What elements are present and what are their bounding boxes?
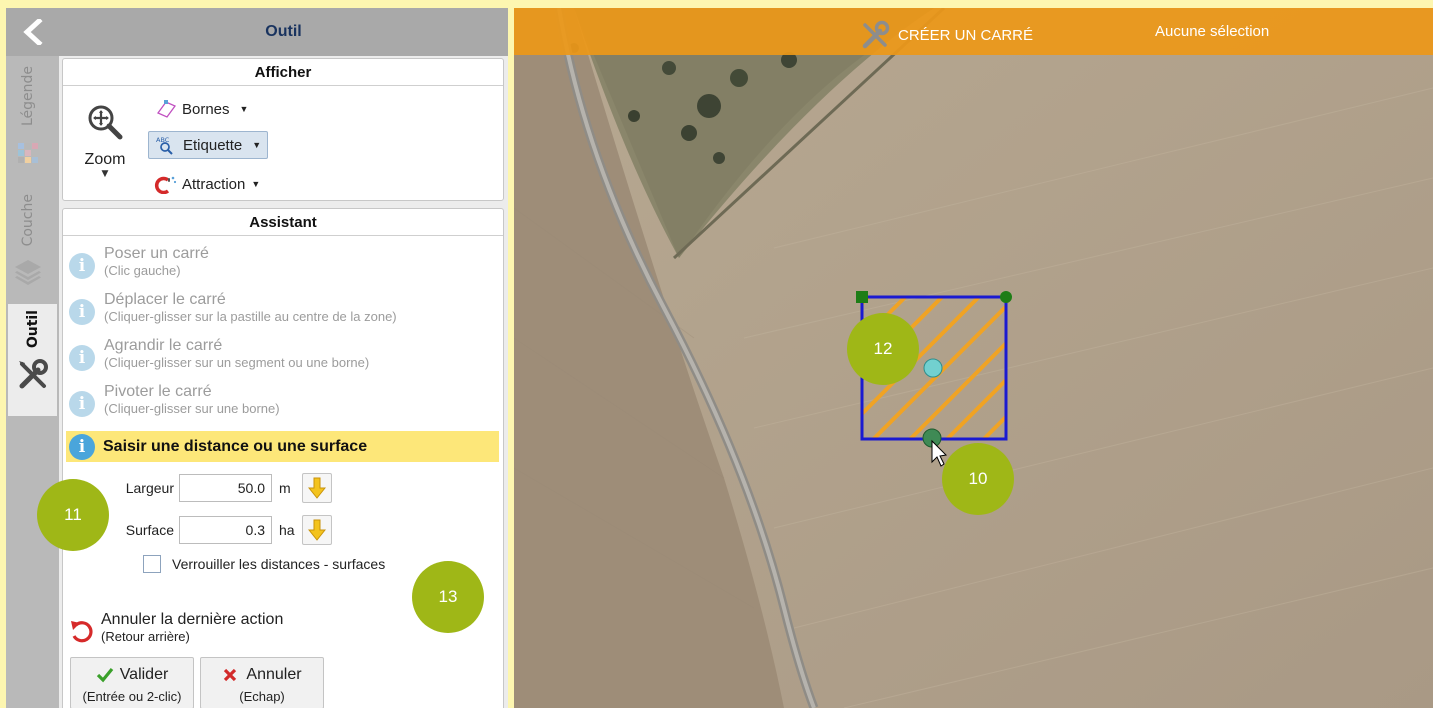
legend-grid-icon <box>18 143 38 164</box>
close-icon <box>224 668 237 682</box>
lock-distances-row: Verrouiller les distances - surfaces <box>143 555 385 573</box>
arrow-down-icon <box>308 477 326 499</box>
drawn-square[interactable] <box>514 8 1433 708</box>
step-subtitle: (Cliquer-glisser sur une borne) <box>104 401 280 416</box>
zoom-label: Zoom <box>84 151 126 168</box>
surface-input[interactable] <box>179 516 272 544</box>
largeur-row: Largeur m <box>116 473 332 503</box>
callout-marker: 12 <box>847 313 919 385</box>
undo-hint: (Retour arrière) <box>101 629 190 644</box>
attraction-caret-icon: ▼ <box>251 179 261 189</box>
largeur-label: Largeur <box>125 480 174 496</box>
tools-icon <box>18 359 48 389</box>
largeur-unit: m <box>279 480 291 496</box>
info-icon: i <box>69 391 95 417</box>
step-title: Poser un carré <box>104 245 209 262</box>
undo-last-action-button[interactable]: Annuler la dernière action (Retour arriè… <box>69 611 283 645</box>
info-icon: i <box>69 345 95 371</box>
tab-outil-label: Outil <box>24 310 41 349</box>
layers-icon <box>15 260 41 286</box>
corner-handle[interactable] <box>1000 291 1012 303</box>
callout-marker: 10 <box>942 443 1014 515</box>
assistant-title: Assistant <box>63 209 503 236</box>
zoom-dropdown-caret-icon: ▼ <box>101 169 109 179</box>
corner-handle[interactable] <box>856 291 868 303</box>
valider-hint: (Entrée ou 2-clic) <box>82 689 182 704</box>
step-subtitle: (Cliquer-glisser sur un segment ou une b… <box>104 355 370 370</box>
callout-marker: 11 <box>37 479 109 551</box>
arrow-down-icon <box>308 519 326 541</box>
afficher-title: Afficher <box>63 59 503 86</box>
app-frame: Légende Couche Outil Outil Afficher Zoom… <box>0 0 1433 708</box>
magnet-icon <box>154 174 178 194</box>
zoom-icon <box>88 105 123 140</box>
annuler-hint: (Echap) <box>239 689 285 704</box>
annuler-label: Annuler <box>246 666 302 683</box>
attraction-dropdown[interactable]: Attraction ▼ <box>148 170 266 198</box>
step-title: Agrandir le carré <box>104 337 223 354</box>
mouse-cursor-icon <box>931 439 948 467</box>
sidebar-tabstrip: Légende Couche Outil <box>6 8 59 708</box>
info-icon: i <box>69 433 95 460</box>
surface-label: Surface <box>125 522 174 538</box>
tab-outil[interactable]: Outil <box>8 304 57 416</box>
undo-label: Annuler la dernière action <box>101 611 284 628</box>
map-view[interactable] <box>514 8 1433 708</box>
tab-couche-label: Couche <box>20 194 36 247</box>
selection-status: Aucune sélection <box>1155 23 1270 40</box>
bornes-caret-icon: ▼ <box>239 104 249 114</box>
bornes-dropdown[interactable]: Bornes ▼ <box>148 95 254 123</box>
etiquette-label: Etiquette <box>183 136 243 154</box>
step-poser: i Poser un carré (Clic gauche) <box>69 245 489 285</box>
step-title: Déplacer le carré <box>104 291 226 308</box>
collapse-panel-button[interactable] <box>6 8 59 56</box>
undo-icon <box>71 621 93 643</box>
step-agrandir: i Agrandir le carré (Cliquer-glisser sur… <box>69 337 489 377</box>
assistant-section: Assistant i Poser un carré (Clic gauche)… <box>62 208 504 708</box>
etiquette-dropdown[interactable]: ABC Etiquette ▼ <box>148 131 269 159</box>
surface-unit: ha <box>279 522 295 538</box>
annuler-button[interactable]: Annuler (Echap) <box>200 657 324 708</box>
surface-row: Surface ha <box>116 515 332 545</box>
label-search-icon: ABC <box>155 135 179 155</box>
panel-title: Outil <box>59 8 508 56</box>
valider-button[interactable]: Valider (Entrée ou 2-clic) <box>70 657 194 708</box>
valider-label: Valider <box>119 666 169 683</box>
map-toolbar-title: CRÉER UN CARRÉ <box>898 26 1034 44</box>
map-toolbar: CRÉER UN CARRÉ Aucune sélection <box>514 8 1433 55</box>
lock-distances-checkbox[interactable] <box>143 555 161 573</box>
tab-legende[interactable]: Légende <box>9 66 47 198</box>
callout-marker: 13 <box>412 561 484 633</box>
active-step-banner: i Saisir une distance ou une surface <box>66 431 499 462</box>
attraction-label: Attraction <box>182 175 246 193</box>
apply-largeur-button[interactable] <box>302 473 332 503</box>
zoom-button[interactable]: Zoom ▼ <box>75 101 135 191</box>
center-move-handle[interactable] <box>923 358 943 378</box>
step-subtitle: (Cliquer-glisser sur la pastille au cent… <box>104 309 397 324</box>
step-pivoter: i Pivoter le carré (Cliquer-glisser sur … <box>69 383 489 423</box>
active-step-title: Saisir une distance ou une surface <box>103 437 368 455</box>
etiquette-caret-icon: ▼ <box>252 140 262 150</box>
afficher-section: Afficher Zoom ▼ Bornes ▼ ABC Etiquette ▼… <box>62 58 504 201</box>
vertices-icon <box>154 99 178 119</box>
tools-icon <box>862 20 890 49</box>
step-deplacer: i Déplacer le carré (Cliquer-glisser sur… <box>69 291 489 331</box>
step-title: Pivoter le carré <box>104 383 212 400</box>
chevron-left-icon <box>22 19 43 45</box>
largeur-input[interactable] <box>179 474 272 502</box>
check-icon <box>96 667 113 683</box>
step-subtitle: (Clic gauche) <box>104 263 181 278</box>
lock-distances-label: Verrouiller les distances - surfaces <box>172 556 386 572</box>
tab-legende-label: Légende <box>20 66 36 127</box>
apply-surface-button[interactable] <box>302 515 332 545</box>
info-icon: i <box>69 299 95 325</box>
tab-couche[interactable]: Couche <box>9 194 47 304</box>
info-icon: i <box>69 253 95 279</box>
bornes-label: Bornes <box>182 100 230 118</box>
